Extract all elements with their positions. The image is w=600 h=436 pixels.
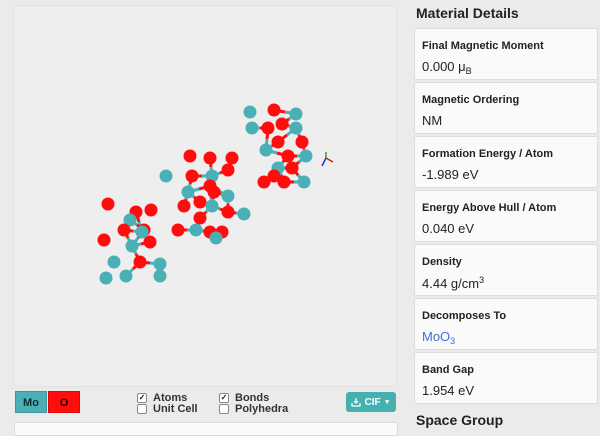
o-atom: [193, 195, 207, 209]
mo-atom: [107, 255, 121, 269]
crystal-structure-canvas[interactable]: [14, 6, 396, 386]
mo-atom: [99, 271, 113, 285]
detail-label: Final Magnetic Moment: [422, 40, 544, 52]
mo-atom: [289, 107, 303, 121]
download-icon: [351, 398, 362, 407]
unit-cell-toggle[interactable]: Unit Cell: [137, 403, 198, 415]
o-atom: [203, 151, 217, 165]
detail-label: Decomposes To: [422, 310, 507, 322]
o-atom: [144, 203, 158, 217]
o-atom: [275, 117, 289, 131]
o-atom: [193, 211, 207, 225]
detail-value: 0.000 μB: [422, 59, 472, 76]
lower-panel: [14, 422, 398, 436]
o-atom: [281, 149, 295, 163]
o-atom: [117, 223, 131, 237]
decomposition-link[interactable]: MoO3: [422, 329, 455, 346]
axes-indicator-icon: [321, 152, 334, 167]
mo-atom: [119, 269, 133, 283]
o-atom: [183, 149, 197, 163]
detail-value: 4.44 g/cm3: [422, 275, 485, 291]
detail-label: Magnetic Ordering: [422, 94, 520, 106]
cif-label: CIF: [364, 396, 381, 408]
o-atom: [225, 151, 239, 165]
o-atom: [97, 233, 111, 247]
mo-atom: [189, 223, 203, 237]
caret-down-icon: ▼: [383, 398, 391, 406]
mo-atom: [243, 105, 257, 119]
o-atom: [267, 169, 281, 183]
detail-card-magnetic-ordering: Magnetic Ordering NM: [414, 82, 598, 134]
atoms-layer: [97, 103, 313, 285]
mo-atom: [289, 121, 303, 135]
unit-cell-label: Unit Cell: [153, 403, 198, 415]
detail-value: NM: [422, 113, 443, 128]
download-cif-button[interactable]: CIF ▼: [346, 392, 396, 412]
detail-value: -1.989 eV: [422, 167, 479, 182]
detail-card-density: Density 4.44 g/cm3: [414, 244, 598, 296]
details-title: Material Details: [416, 5, 519, 21]
polyhedra-toggle[interactable]: Polyhedra: [219, 403, 288, 415]
o-atom: [295, 135, 309, 149]
o-atom: [221, 163, 235, 177]
mo-atom: [297, 175, 311, 189]
detail-card-band-gap: Band Gap 1.954 eV: [414, 352, 598, 404]
detail-label: Density: [422, 256, 462, 268]
mo-atom: [135, 225, 149, 239]
polyhedra-label: Polyhedra: [235, 403, 289, 415]
polyhedra-checkbox[interactable]: [219, 404, 229, 414]
o-atom: [101, 197, 115, 211]
legend-mo-button[interactable]: Mo: [15, 391, 47, 413]
material-details-panel: Material Details Final Magnetic Moment 0…: [414, 0, 600, 431]
mo-atom: [209, 231, 223, 245]
o-atom: [261, 121, 275, 135]
o-atom: [267, 103, 281, 117]
mo-atom: [299, 149, 313, 163]
detail-value: 1.954 eV: [422, 383, 475, 398]
viewer-controls: Mo O ✓ Atoms Unit Cell ✓ Bonds Polyhedra…: [14, 390, 396, 416]
mo-atom: [245, 121, 259, 135]
mo-atom: [221, 189, 235, 203]
mo-atom: [237, 207, 251, 221]
mo-atom: [205, 199, 219, 213]
mo-atom: [259, 143, 273, 157]
o-atom: [221, 205, 235, 219]
o-atom: [285, 161, 299, 175]
detail-card-decomposes-to: Decomposes To MoO3: [414, 298, 598, 350]
unit-cell-checkbox[interactable]: [137, 404, 147, 414]
mo-atom: [153, 269, 167, 283]
mo-atom: [125, 239, 139, 253]
mo-atom: [181, 185, 195, 199]
o-atom: [271, 135, 285, 149]
structure-viewer[interactable]: [14, 6, 396, 386]
detail-label: Band Gap: [422, 364, 474, 376]
o-atom: [177, 199, 191, 213]
detail-label: Energy Above Hull / Atom: [422, 202, 557, 214]
o-atom: [185, 169, 199, 183]
detail-card-energy-above-hull: Energy Above Hull / Atom 0.040 eV: [414, 190, 598, 242]
o-atom: [171, 223, 185, 237]
detail-card-magnetic-moment: Final Magnetic Moment 0.000 μB: [414, 28, 598, 80]
o-atom: [207, 185, 221, 199]
legend-o-button[interactable]: O: [48, 391, 80, 413]
o-atom: [133, 255, 147, 269]
detail-card-formation-energy: Formation Energy / Atom -1.989 eV: [414, 136, 598, 188]
bonds-checkbox[interactable]: ✓: [219, 393, 229, 403]
space-group-heading: Space Group: [416, 412, 504, 428]
mo-atom: [159, 169, 173, 183]
detail-value: 0.040 eV: [422, 221, 475, 236]
mo-atom: [153, 257, 167, 271]
detail-label: Formation Energy / Atom: [422, 148, 553, 160]
atoms-checkbox[interactable]: ✓: [137, 393, 147, 403]
